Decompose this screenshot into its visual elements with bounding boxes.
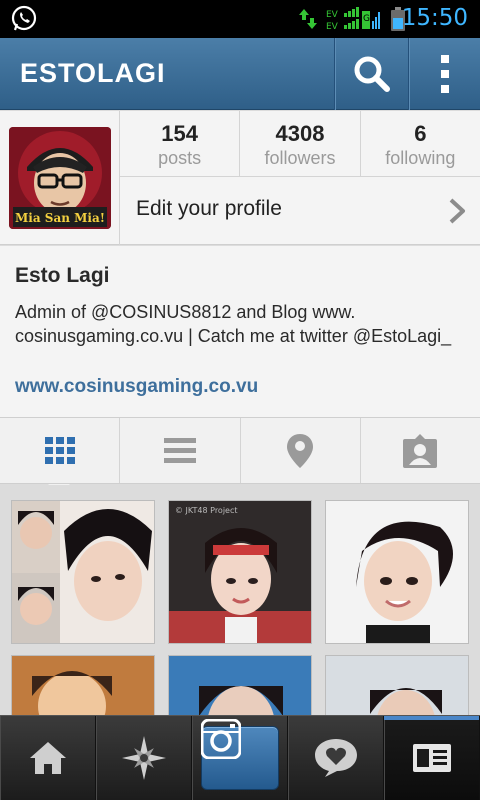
action-bar: ESTOLAGI bbox=[0, 38, 480, 110]
nav-home[interactable] bbox=[0, 716, 96, 800]
grid-icon bbox=[44, 436, 75, 464]
stat-following[interactable]: 6 following bbox=[361, 111, 480, 176]
network-label-1: EV bbox=[326, 10, 339, 20]
bio-text: Admin of @COSINUS8812 and Blog www. cosi… bbox=[15, 302, 452, 346]
photo-thumbnail[interactable]: © JKT48 Project bbox=[168, 500, 312, 644]
status-bar: EV EV G 15:50 bbox=[0, 0, 480, 38]
tagged-person-icon bbox=[403, 433, 438, 468]
location-pin-icon bbox=[287, 433, 314, 468]
stat-posts[interactable]: 154 posts bbox=[120, 111, 241, 176]
followers-count: 4308 bbox=[275, 121, 325, 146]
full-name: Esto Lagi bbox=[15, 264, 110, 287]
svg-text:G: G bbox=[363, 14, 370, 24]
photo-watermark: © JKT48 Project bbox=[175, 506, 238, 515]
camera-icon bbox=[200, 719, 241, 759]
signal-sim1-icon: EV EV bbox=[326, 7, 359, 31]
search-button[interactable] bbox=[334, 38, 408, 110]
posts-label: posts bbox=[158, 148, 202, 168]
whatsapp-icon bbox=[11, 5, 37, 31]
explore-star-icon bbox=[121, 736, 166, 780]
edit-profile-label: Edit your profile bbox=[136, 197, 282, 220]
avatar-container: Mia San Mia! bbox=[0, 111, 120, 245]
profile-username-title: ESTOLAGI bbox=[20, 58, 166, 88]
photo-thumbnail[interactable] bbox=[11, 500, 155, 644]
photo-thumbnail[interactable] bbox=[325, 500, 469, 644]
profile-stats: 154 posts 4308 followers 6 following bbox=[120, 111, 480, 177]
tab-map-view[interactable] bbox=[241, 418, 361, 483]
tab-list-view[interactable] bbox=[120, 418, 241, 483]
clock: 15:50 bbox=[401, 5, 468, 31]
nav-camera[interactable] bbox=[192, 716, 288, 800]
avatar[interactable]: Mia San Mia! bbox=[9, 127, 111, 229]
tab-tagged-view[interactable] bbox=[361, 418, 480, 483]
posts-count: 154 bbox=[161, 121, 199, 146]
camera-button[interactable] bbox=[200, 719, 279, 790]
list-icon bbox=[163, 437, 196, 463]
profile-bio: Esto Lagi Admin of @COSINUS8812 and Blog… bbox=[0, 246, 480, 418]
followers-label: followers bbox=[264, 148, 336, 168]
wifi-signal-icon: G bbox=[362, 11, 380, 29]
edit-profile-button[interactable]: Edit your profile bbox=[120, 177, 480, 245]
nav-profile[interactable] bbox=[384, 716, 480, 800]
avatar-image: Mia San Mia! bbox=[9, 127, 111, 229]
profile-header: Mia San Mia! 154 posts 4308 followers 6 … bbox=[0, 111, 480, 245]
avatar-caption: Mia San Mia! bbox=[15, 211, 105, 225]
following-label: following bbox=[385, 148, 456, 168]
overflow-menu-button[interactable] bbox=[408, 38, 480, 110]
home-icon bbox=[29, 742, 66, 774]
photo-grid: © JKT48 Project bbox=[0, 485, 480, 799]
data-arrows-icon bbox=[299, 9, 317, 29]
nav-explore[interactable] bbox=[96, 716, 192, 800]
nav-activity[interactable] bbox=[288, 716, 384, 800]
bottom-navigation bbox=[0, 715, 480, 800]
profile-card-icon bbox=[412, 744, 451, 772]
following-count: 6 bbox=[414, 121, 427, 146]
tab-grid-view[interactable] bbox=[0, 418, 121, 483]
view-tabs bbox=[0, 418, 480, 484]
overflow-menu-icon bbox=[441, 55, 449, 93]
chevron-right-icon bbox=[449, 198, 465, 224]
app-screen: EV EV G 15:50 ESTOLAGI Mia San Mia! 154 … bbox=[0, 0, 480, 800]
search-icon bbox=[354, 56, 390, 92]
website-link[interactable]: www.cosinusgaming.co.vu bbox=[15, 376, 258, 398]
heart-bubble-icon bbox=[314, 739, 357, 777]
network-label-2: EV bbox=[326, 22, 339, 31]
stat-followers[interactable]: 4308 followers bbox=[240, 111, 361, 176]
